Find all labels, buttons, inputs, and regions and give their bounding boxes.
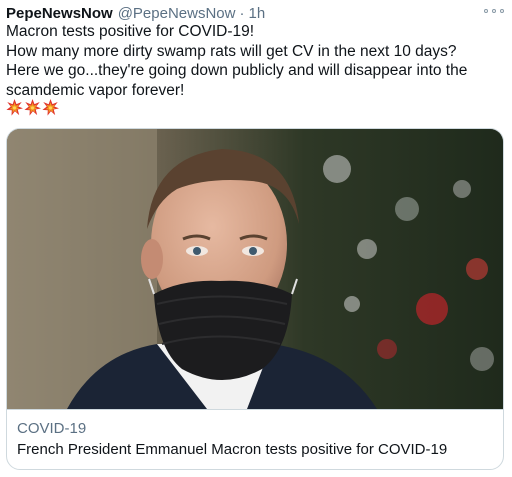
separator-dot: · xyxy=(239,4,245,22)
tweet-text: Macron tests positive for COVID-19! How … xyxy=(6,22,506,100)
more-options-icon[interactable] xyxy=(484,4,504,18)
tweet-text-line: Here we go...they're going down publicly… xyxy=(6,62,468,79)
card-body[interactable]: COVID-19 French President Emmanuel Macro… xyxy=(7,409,503,469)
tweet-text-line: How many more dirty swamp rats will get … xyxy=(6,42,457,60)
tweet[interactable]: PepeNewsNow @PepeNewsNow · 1h Macron tes… xyxy=(0,0,512,477)
card-title[interactable]: French President Emmanuel Macron tests p… xyxy=(17,441,493,459)
tweet-text-line: scamdemic vapor forever! xyxy=(6,81,185,99)
collision-emoji xyxy=(42,99,59,116)
tweet-header: PepeNewsNow @PepeNewsNow · 1h xyxy=(6,4,504,22)
news-photo[interactable] xyxy=(7,129,503,409)
tweet-text-line: Macron tests positive for COVID-19! xyxy=(6,23,255,40)
collision-emoji xyxy=(24,99,41,116)
card-domain: COVID-19 xyxy=(17,420,87,437)
display-name[interactable]: PepeNewsNow xyxy=(6,5,113,22)
timestamp[interactable]: 1h xyxy=(248,5,265,22)
emoji-row xyxy=(6,99,59,117)
link-card[interactable]: COVID-19 French President Emmanuel Macro… xyxy=(6,128,504,470)
collision-emoji xyxy=(6,99,23,116)
user-handle[interactable]: @PepeNewsNow xyxy=(118,5,236,22)
